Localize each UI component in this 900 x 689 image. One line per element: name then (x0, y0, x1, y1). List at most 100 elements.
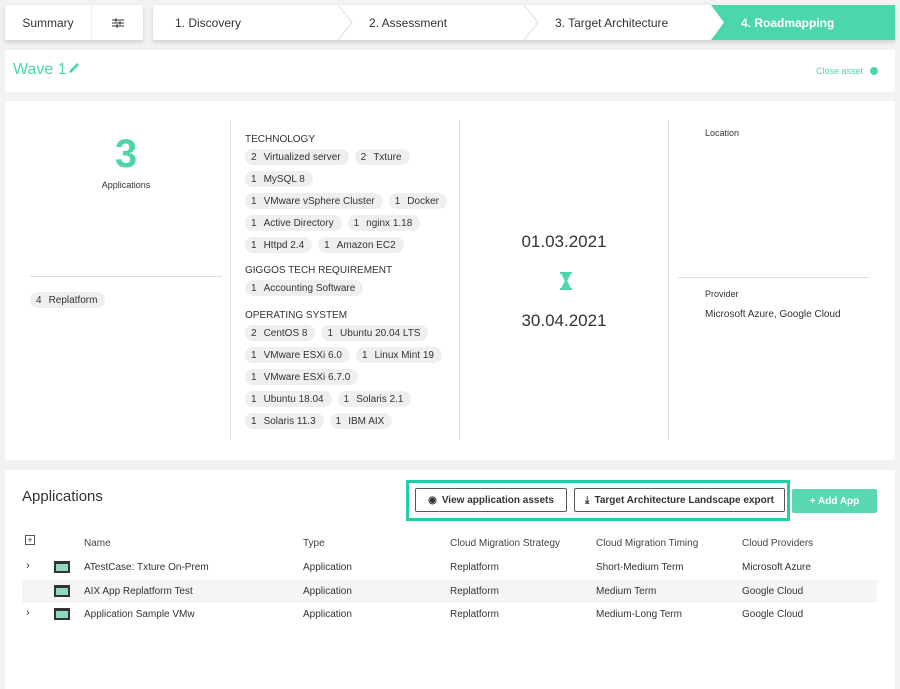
step-assessment[interactable]: 2. Assessment (369, 5, 447, 40)
table-cell: Medium Term (596, 585, 657, 597)
application-count: 3 (114, 132, 138, 176)
step-target-architecture[interactable]: 3. Target Architecture (555, 5, 668, 40)
chip-count: 1 (251, 173, 257, 185)
chip: 1 Amazon EC2 (318, 237, 404, 253)
chip-label: Txture (373, 151, 402, 163)
chip-count: 2 (251, 327, 257, 339)
pencil-icon[interactable] (67, 61, 81, 78)
expand-all-icon[interactable]: + (25, 535, 35, 545)
chip-count: 1 (251, 195, 257, 207)
section-title: OPERATING SYSTEM (245, 310, 348, 321)
table-cell: Short-Medium Term (596, 562, 684, 573)
chip: 1 VMware ESXi 6.0 (245, 347, 350, 363)
chip-label: Solaris 11.3 (263, 415, 316, 427)
table-cell: Microsoft Azure (742, 562, 811, 573)
column-header-name[interactable]: Name (84, 538, 111, 549)
close-icon[interactable] (870, 67, 878, 75)
step-roadmapping[interactable]: 4. Roadmapping (711, 5, 895, 40)
step-separator (338, 5, 353, 40)
chip-label: VMware ESXi 6.7.0 (263, 371, 351, 383)
table-cell: Replatform (450, 609, 499, 620)
application-icon (54, 561, 70, 573)
chip: 1 MySQL 8 (245, 171, 313, 187)
sliders-icon[interactable] (92, 5, 143, 40)
table-cell: Application (303, 609, 352, 620)
chip: 1 Ubuntu 18.04 (245, 391, 332, 407)
chip-label: VMware vSphere Cluster (263, 195, 375, 207)
step-discovery[interactable]: 1. Discovery (175, 5, 241, 40)
table-cell: Google Cloud (742, 609, 804, 620)
table-row[interactable]: AIX App Replatform Test Application Replat… (22, 579, 877, 603)
step-navigation: 1. Discovery 2. Assessment 3. Target Arc… (153, 5, 895, 40)
eye-icon: ◉ (428, 494, 437, 506)
chip: 1 VMware ESXi 6.7.0 (245, 369, 359, 385)
requirement-chips: 1 Accounting Software (245, 280, 455, 302)
export-button[interactable]: ⤓ Target Architecture Landscape export (574, 488, 785, 512)
section-title: GIGGOS TECH REQUIREMENT (245, 265, 393, 276)
chip-count: 2 (360, 151, 367, 163)
chip: 1 Active Directory (245, 215, 342, 231)
expand-row-icon[interactable]: › (26, 560, 30, 572)
chip-count: 1 (251, 371, 257, 383)
chip-label: CentOS 8 (263, 327, 308, 339)
end-date: 30.04.2021 (521, 311, 607, 330)
table-cell[interactable]: ATestCase: Txture On-Prem (84, 562, 209, 573)
chip-count: 1 (343, 393, 350, 405)
divider (230, 120, 231, 440)
expand-row-icon[interactable]: › (26, 607, 30, 619)
divider (30, 276, 222, 277)
column-header-type[interactable]: Type (303, 538, 325, 549)
divider (668, 120, 669, 440)
provider-label: Provider (705, 289, 739, 299)
chip-label: IBM AIX (348, 415, 385, 427)
button-label: Target Architecture Landscape export (594, 494, 774, 506)
column-header-timing[interactable]: Cloud Migration Timing (596, 538, 698, 549)
table-row[interactable]: › Application Sample VMw Application Replat… (22, 603, 877, 626)
chip-label: Ubuntu 20.04 LTS (340, 327, 421, 339)
table-cell: Application (303, 585, 352, 597)
add-app-button[interactable]: + Add App (792, 489, 877, 513)
summary-tab[interactable]: Summary (5, 5, 92, 40)
chip-count: 1 (324, 239, 330, 251)
chip-label: nginx 1.18 (366, 217, 413, 229)
technology-chips: 2 Virtualized server 2 Txture 1 MySQL 8 1 VMwar… (245, 149, 455, 259)
chip-count: 1 (353, 217, 360, 229)
chip: 2 Txture (354, 149, 410, 165)
divider (678, 277, 869, 278)
table-cell[interactable]: AIX App Replatform Test (84, 586, 193, 597)
chip: 1 nginx 1.18 (347, 215, 421, 231)
chip: 1 IBM AIX (329, 413, 393, 429)
view-application-assets-button[interactable]: ◉ View application assets (415, 488, 567, 512)
table-cell[interactable]: Application Sample VMw (84, 609, 195, 620)
chip-count: 1 (251, 239, 257, 251)
chip: 2 CentOS 8 (245, 325, 316, 341)
table-cell: Application (303, 562, 352, 573)
chip: 1 Solaris 11.3 (245, 413, 324, 429)
page-title: Wave 1 (13, 61, 67, 78)
strategy-chips: 4 Replatform (30, 292, 111, 314)
chip: 1 Docker (388, 193, 447, 209)
table-cell: Replatform (450, 562, 499, 573)
application-icon (54, 608, 70, 620)
divider (459, 120, 460, 440)
hourglass-icon (559, 272, 573, 293)
chip-count: 1 (335, 415, 342, 427)
chip: 2 Virtualized server (245, 149, 349, 165)
chip-label: Httpd 2.4 (263, 239, 305, 251)
chip: 1 VMware vSphere Cluster (245, 193, 383, 209)
table-cell: Replatform (450, 585, 499, 597)
chip-label: VMware ESXi 6.0 (263, 349, 342, 361)
table-row[interactable]: › ATestCase: Txture On-Prem Application Rep… (22, 556, 877, 579)
chip-count: 1 (251, 415, 257, 427)
chip-label: Solaris 2.1 (356, 393, 404, 405)
chip-count: 1 (327, 327, 334, 339)
column-header-providers[interactable]: Cloud Providers (742, 538, 813, 549)
download-icon: ⤓ (585, 494, 590, 506)
close-asset-link[interactable]: Close asset (816, 66, 863, 76)
column-header-strategy[interactable]: Cloud Migration Strategy (450, 538, 560, 549)
chip: 1 Httpd 2.4 (245, 237, 313, 253)
applications-title: Applications (22, 488, 103, 505)
table-cell: Google Cloud (742, 585, 804, 597)
chip-label: Active Directory (263, 217, 334, 229)
provider-value: Microsoft Azure, Google Cloud (705, 309, 841, 320)
